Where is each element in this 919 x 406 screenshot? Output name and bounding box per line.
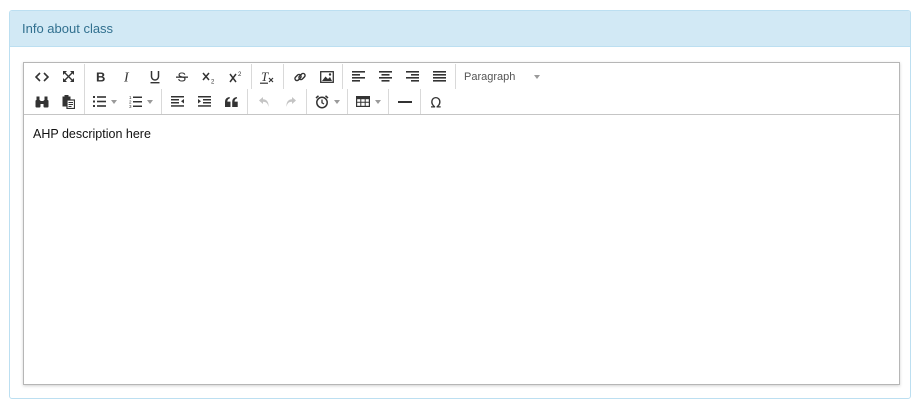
- find-replace-icon: [35, 96, 48, 107]
- toolbar-group-blocks: Paragraph: [456, 64, 548, 89]
- paste-text-button[interactable]: [55, 90, 82, 113]
- strikethrough-icon: S: [175, 70, 188, 83]
- numbered-list-icon: 123: [129, 95, 142, 108]
- align-right-icon: [406, 71, 419, 82]
- toolbar-group-history: [248, 89, 307, 114]
- undo-icon: [258, 96, 269, 107]
- align-center-button[interactable]: [372, 65, 399, 88]
- svg-text:2: 2: [211, 79, 215, 84]
- paste-text-icon: [62, 94, 75, 109]
- outdent-icon: [171, 96, 184, 107]
- indent-icon: [198, 96, 211, 107]
- insert-link-button[interactable]: [286, 65, 313, 88]
- clear-formatting-button[interactable]: T: [254, 65, 281, 88]
- svg-text:3: 3: [129, 104, 132, 108]
- chevron-down-icon: [374, 99, 381, 104]
- toolbar-group-lists: 123: [85, 89, 162, 114]
- horizontal-rule-icon: [397, 100, 412, 103]
- block-format-value: Paragraph: [464, 70, 516, 83]
- insert-table-button[interactable]: [350, 90, 386, 113]
- outdent-button[interactable]: [164, 90, 191, 113]
- fullscreen-icon: [63, 71, 74, 82]
- svg-text:B: B: [96, 70, 105, 83]
- underline-icon: [150, 70, 159, 83]
- toolbar-group-datetime: [307, 89, 348, 114]
- toolbar-group-table: [348, 89, 389, 114]
- toolbar-group-charmap: Ω: [421, 89, 452, 114]
- find-replace-button[interactable]: [28, 90, 55, 113]
- fullscreen-button[interactable]: [55, 65, 82, 88]
- horizontal-rule-button[interactable]: [391, 90, 418, 113]
- redo-button[interactable]: [277, 90, 304, 113]
- redo-icon: [285, 96, 296, 107]
- align-left-button[interactable]: [345, 65, 372, 88]
- align-justify-button[interactable]: [426, 65, 453, 88]
- bold-button[interactable]: B: [87, 65, 114, 88]
- special-character-icon: Ω: [430, 95, 441, 109]
- italic-icon: I: [123, 71, 130, 84]
- bullet-list-icon: [93, 96, 106, 107]
- insert-datetime-button[interactable]: [309, 90, 345, 113]
- indent-button[interactable]: [191, 90, 218, 113]
- svg-text:T: T: [261, 70, 269, 84]
- toolbar-group-clear: T: [252, 64, 284, 89]
- toolbar-row-1: B I S 2: [26, 64, 897, 89]
- info-panel: Info about class B I 2 2 T Paragraph 1 2…: [9, 10, 911, 399]
- toolbar-row-2: 123 Ω: [26, 89, 897, 114]
- strikethrough-button[interactable]: S: [168, 65, 195, 88]
- svg-text:Ω: Ω: [430, 95, 441, 109]
- svg-text:2: 2: [238, 72, 242, 78]
- toolbar-group-tools: [26, 89, 85, 114]
- toolbar-group-indent: [162, 89, 248, 114]
- image-icon: [319, 70, 334, 83]
- code-icon: [34, 71, 49, 82]
- panel-body: B I S 2: [23, 62, 900, 385]
- subscript-button[interactable]: 2: [195, 65, 222, 88]
- superscript-button[interactable]: 2: [222, 65, 249, 88]
- align-right-button[interactable]: [399, 65, 426, 88]
- chevron-down-icon: [111, 99, 117, 104]
- block-format-select[interactable]: Paragraph: [458, 65, 546, 88]
- clear-formatting-icon: T: [260, 70, 274, 84]
- insert-image-button[interactable]: [313, 65, 340, 88]
- table-icon: [355, 96, 370, 107]
- toolbar-group-view: [26, 64, 85, 89]
- underline-button[interactable]: [141, 65, 168, 88]
- source-code-button[interactable]: [28, 65, 55, 88]
- toolbar-group-hr: [389, 89, 421, 114]
- chevron-down-icon: [147, 99, 153, 104]
- editor-toolbar: B I S 2: [24, 63, 899, 115]
- superscript-icon: 2: [228, 72, 242, 82]
- svg-text:I: I: [123, 71, 130, 84]
- toolbar-group-insert: [284, 64, 343, 89]
- blockquote-icon: [225, 96, 238, 107]
- bold-icon: B: [96, 70, 105, 83]
- numbered-list-button[interactable]: 123: [123, 90, 159, 113]
- subscript-icon: 2: [201, 72, 215, 84]
- editor-content-area[interactable]: AHP description here: [24, 116, 899, 384]
- chevron-down-icon: [534, 74, 540, 79]
- align-center-icon: [379, 71, 392, 82]
- blockquote-button[interactable]: [218, 90, 245, 113]
- special-character-button[interactable]: Ω: [423, 90, 450, 113]
- rich-text-editor: B I S 2: [23, 62, 900, 385]
- undo-button[interactable]: [250, 90, 277, 113]
- link-icon: [293, 72, 306, 81]
- align-justify-icon: [433, 71, 446, 82]
- toolbar-group-formatting: B I S 2: [85, 64, 252, 89]
- italic-button[interactable]: I: [114, 65, 141, 88]
- chevron-down-icon: [333, 99, 340, 104]
- panel-title: Info about class: [10, 11, 910, 47]
- bullet-list-button[interactable]: [87, 90, 123, 113]
- insert-datetime-icon: [315, 94, 328, 108]
- align-left-icon: [352, 71, 365, 82]
- toolbar-group-align: [343, 64, 456, 89]
- editor-paragraph: AHP description here: [33, 127, 151, 141]
